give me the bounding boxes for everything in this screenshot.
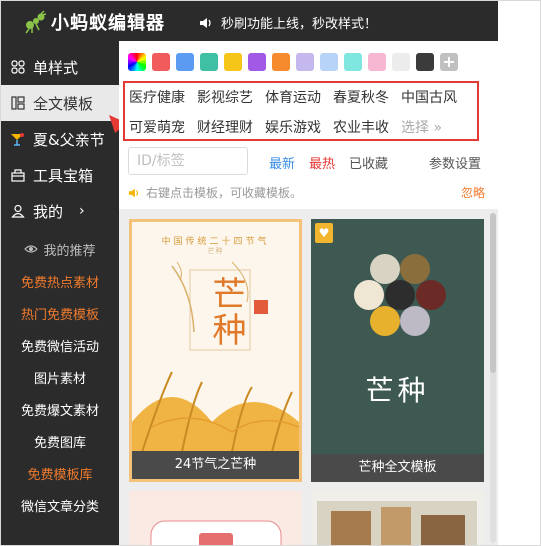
hint-bar: 右键点击模板，可收藏模板。 [128,184,302,201]
sidebar-sub-free-hot-material[interactable]: 免费热点素材 [1,265,119,297]
speaker-icon [200,17,211,28]
cocktail-icon [9,130,27,148]
category-film[interactable]: 影视综艺 [197,87,253,107]
add-color-icon[interactable]: + [440,53,458,71]
template-caption: 芒种全文模板 [311,454,484,482]
sidebar-sub-wechat-article-category[interactable]: 微信文章分类 [1,489,119,521]
ignore-link[interactable]: 忽略 [461,184,485,201]
search-input[interactable] [128,147,248,175]
color-swatch-light-gray[interactable] [392,53,410,71]
chevron-right-icon: › [79,203,85,219]
tab-hot[interactable]: 最热 [309,153,335,172]
sidebar-item-label: 单样式 [33,58,79,77]
seal-stamp [254,300,268,314]
toolbox-icon [9,166,27,184]
template-grid: 中国传统二十四节气 芒种 芒种 24节气之芒种 ♥ 芒种 芒种全文模板 [119,209,498,545]
app-logo[interactable]: 小蚂蚁编辑器 [23,9,173,35]
top-bar: 小蚂蚁编辑器 秒刷功能上线，秒改样式！ [1,1,498,41]
sidebar-sub-free-viral-material[interactable]: 免费爆文素材 [1,393,119,425]
template-caption: 24节气之芒种 [132,451,299,479]
sidebar-sub-free-wechat-activity[interactable]: 免费微信活动 [1,329,119,361]
tab-latest[interactable]: 最新 [269,153,295,172]
sidebar-sub-free-gallery[interactable]: 免费图库 [1,425,119,457]
editor-window: 小蚂蚁编辑器 秒刷功能上线，秒改样式！ 单样式 全文模板 夏&父亲节 工具宝箱 … [0,0,541,546]
scrollbar[interactable] [490,213,496,543]
sidebar-item-label: 工具宝箱 [33,166,94,185]
template-panel: + 医疗健康 影视综艺 体育运动 春夏秋冬 中国古风 可爱萌宠 财经理财 娱乐游… [119,41,498,545]
hint-text: 右键点击模板，可收藏模板。 [146,186,303,200]
category-games[interactable]: 娱乐游戏 [265,117,321,137]
color-swatch-light-blue[interactable] [320,53,338,71]
layout-icon [9,94,27,112]
color-swatch-yellow[interactable] [224,53,242,71]
category-seasons[interactable]: 春夏秋冬 [333,87,389,107]
color-swatch-pink[interactable] [368,53,386,71]
template-main-title: 芒种 [365,374,430,407]
template-card[interactable] [311,491,484,545]
color-swatch-blue[interactable] [176,53,194,71]
sidebar-sub-recommend[interactable]: 我的推荐 [1,233,119,265]
category-row-2: 可爱萌宠 财经理财 娱乐游戏 农业丰收 选择 » [129,117,454,137]
sidebar-item-single-style[interactable]: 单样式 [1,49,119,85]
category-pets[interactable]: 可爱萌宠 [129,117,185,137]
tab-param-settings[interactable]: 参数设置 [429,153,481,172]
category-finance[interactable]: 财经理财 [197,117,253,137]
category-more[interactable]: 选择 » [401,117,442,137]
color-swatch-dark[interactable] [416,53,434,71]
color-picker-rainbow[interactable] [128,53,146,71]
notice-bar: 秒刷功能上线，秒改样式！ [199,13,377,32]
eye-icon [24,245,39,253]
notice-text: 秒刷功能上线，秒改样式！ [221,17,378,32]
card-decoration [317,501,477,545]
color-swatch-red[interactable] [152,53,170,71]
color-palette: + [128,53,464,71]
color-swatch-lavender[interactable] [296,53,314,71]
sidebar-sub-free-template-library[interactable]: 免费模板库 [1,457,119,489]
sidebar-item-label: 夏&父亲节 [33,130,105,149]
category-sports[interactable]: 体育运动 [265,87,321,107]
template-card[interactable] [129,491,302,545]
scrollbar-thumb[interactable] [490,213,496,373]
category-harvest[interactable]: 农业丰收 [333,117,389,137]
template-card[interactable]: 中国传统二十四节气 芒种 芒种 24节气之芒种 [129,219,302,482]
speaker-icon [128,188,138,197]
sidebar-sub-hot-free-template[interactable]: 热门免费模板 [1,297,119,329]
ant-logo-icon [25,10,47,34]
category-row-1: 医疗健康 影视综艺 体育运动 春夏秋冬 中国古风 [129,87,469,107]
sidebar-item-label: 全文模板 [33,94,94,113]
category-medical[interactable]: 医疗健康 [129,87,185,107]
tab-favorites[interactable]: 已收藏 [349,153,388,172]
sidebar-sub-label: 我的推荐 [43,243,96,259]
color-swatch-purple[interactable] [248,53,266,71]
sidebar-sub-image-material[interactable]: 图片素材 [1,361,119,393]
app-title: 小蚂蚁编辑器 [51,13,165,34]
color-swatch-cyan[interactable] [344,53,362,71]
category-ancient[interactable]: 中国古风 [401,87,457,107]
grid-icon [9,58,27,76]
card-decoration [150,520,282,545]
color-swatch-orange[interactable] [272,53,290,71]
color-swatch-teal[interactable] [200,53,218,71]
poster-main-title: 芒种 [206,276,246,348]
sidebar-item-label: 我的 [33,202,64,221]
category-box: 医疗健康 影视综艺 体育运动 春夏秋冬 中国古风 可爱萌宠 财经理财 娱乐游戏 … [123,81,479,141]
template-card[interactable]: ♥ 芒种 芒种全文模板 [311,219,484,482]
grain-bowls-illustration [354,254,446,336]
user-icon [9,202,27,220]
